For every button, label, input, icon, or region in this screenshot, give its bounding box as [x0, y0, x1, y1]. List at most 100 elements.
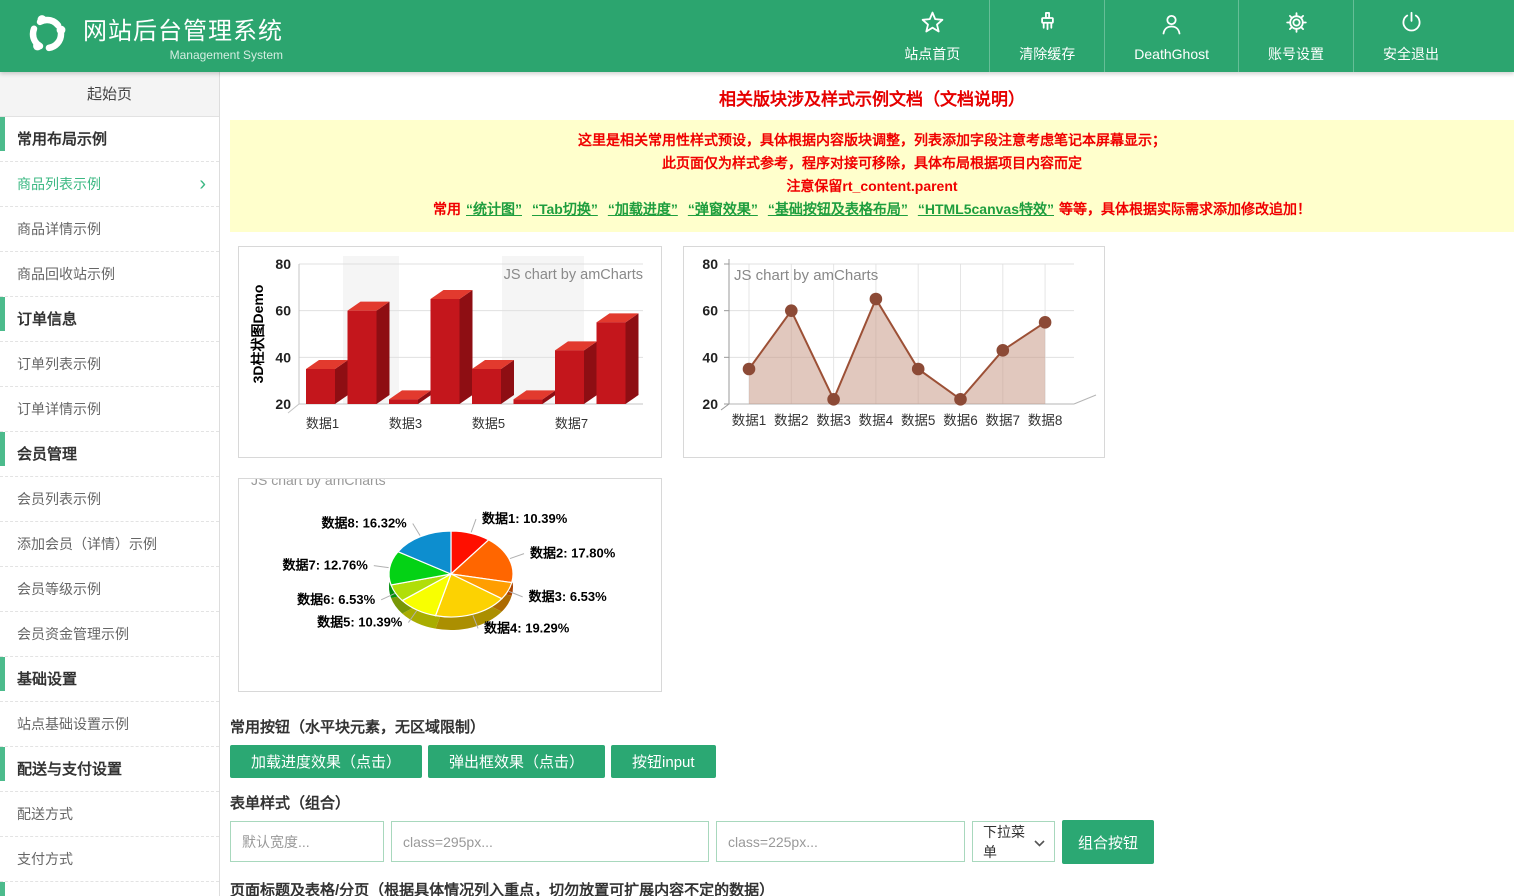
- notice-link[interactable]: “统计图”: [466, 201, 522, 217]
- width-295-input[interactable]: [391, 821, 709, 862]
- notice-link[interactable]: “Tab切换”: [532, 201, 598, 217]
- popup-button[interactable]: 弹出框效果（点击）: [428, 745, 605, 778]
- line-chart: 20406080数据1数据2数据3数据4数据5数据6数据7数据8JS chart…: [683, 246, 1105, 458]
- svg-text:数据6: 数据6: [943, 413, 978, 428]
- sidebar-section-header[interactable]: [0, 882, 219, 896]
- svg-text:20: 20: [702, 396, 718, 412]
- sidebar-item[interactable]: 商品回收站示例: [0, 252, 219, 297]
- bar-chart: 20406080数据1数据3数据5数据7JS chart by amCharts…: [238, 246, 662, 458]
- sidebar-item[interactable]: 配送方式: [0, 792, 219, 837]
- notice-box: 这里是相关常用性样式预设，具体根据内容版块调整，列表添加字段注意考虑笔记本屏幕显…: [230, 120, 1514, 232]
- form-heading: 表单样式（组合）: [230, 792, 1514, 813]
- notice-link[interactable]: “弹窗效果”: [688, 201, 758, 217]
- notice-line-1: 这里是相关常用性样式预设，具体根据内容版块调整，列表添加字段注意考虑笔记本屏幕显…: [240, 129, 1504, 152]
- form-row: 下拉菜单 组合按钮: [230, 821, 1514, 864]
- sidebar-item[interactable]: 站点基础设置示例: [0, 702, 219, 747]
- main-content: 相关版块涉及样式示例文档（文档说明） 这里是相关常用性样式预设，具体根据内容版块…: [220, 72, 1514, 896]
- sidebar-item-label: 会员资金管理示例: [17, 626, 129, 642]
- svg-text:数据1: 数据1: [306, 416, 339, 431]
- sidebar-section-header[interactable]: 基础设置: [0, 657, 219, 702]
- notice-link[interactable]: “加载进度”: [608, 201, 678, 217]
- default-width-input[interactable]: [230, 821, 384, 862]
- notice-line-3: 注意保留rt_content.parent: [240, 175, 1504, 198]
- sidebar-item[interactable]: 商品详情示例: [0, 207, 219, 252]
- combo-button[interactable]: 组合按钮: [1062, 820, 1154, 864]
- svg-text:数据2: 17.80%: 数据2: 17.80%: [530, 546, 616, 561]
- star-icon: [919, 9, 946, 37]
- sidebar-item[interactable]: 会员等级示例: [0, 567, 219, 612]
- svg-text:JS chart by amCharts: JS chart by amCharts: [251, 479, 386, 488]
- nav-item-power[interactable]: 安全退出: [1353, 0, 1468, 72]
- sidebar-section-header[interactable]: 会员管理: [0, 432, 219, 477]
- section-marker: [0, 117, 5, 151]
- sidebar-item-label: 订单列表示例: [17, 356, 101, 372]
- svg-text:数据1: 10.39%: 数据1: 10.39%: [482, 511, 568, 526]
- sidebar-item-label: 会员管理: [17, 446, 77, 463]
- svg-text:40: 40: [702, 349, 718, 365]
- sidebar-item-label: 商品列表示例: [17, 176, 101, 192]
- svg-text:数据6: 6.53%: 数据6: 6.53%: [297, 592, 375, 607]
- line-chart-svg: 20406080数据1数据2数据3数据4数据5数据6数据7数据8JS chart…: [684, 247, 1104, 457]
- svg-text:JS chart by amCharts: JS chart by amCharts: [504, 267, 643, 283]
- sidebar-item[interactable]: 会员列表示例: [0, 477, 219, 522]
- sidebar-item-label: 订单详情示例: [17, 401, 101, 417]
- sidebar-section-header[interactable]: 订单信息: [0, 297, 219, 342]
- sidebar-item[interactable]: 会员资金管理示例: [0, 612, 219, 657]
- section-marker: [0, 657, 5, 691]
- svg-text:20: 20: [275, 396, 291, 412]
- app-logo[interactable]: 网站后台管理系统 Management System: [0, 11, 283, 62]
- nav-item-label: 安全退出: [1383, 44, 1439, 64]
- svg-text:数据8: 数据8: [1028, 413, 1063, 428]
- nav-item-brush[interactable]: 清除缓存: [989, 0, 1104, 72]
- svg-text:数据1: 数据1: [732, 413, 767, 428]
- input-button[interactable]: 按钮input: [611, 745, 716, 778]
- sidebar-menu: 常用布局示例 › 商品列表示例商品详情示例商品回收站示例订单信息订单列表示例订单详情…: [0, 117, 219, 896]
- buttons-row: 加载进度效果（点击）弹出框效果（点击）按钮input: [230, 745, 1514, 778]
- width-225-input[interactable]: [716, 821, 965, 862]
- notice-link[interactable]: “HTML5canvas特效”: [918, 201, 1054, 217]
- sidebar-item-label: 基础设置: [17, 671, 77, 688]
- notice-link[interactable]: “基础按钮及表格布局”: [768, 201, 908, 217]
- nav-item-label: 站点首页: [904, 44, 960, 64]
- sidebar-item[interactable]: 支付方式: [0, 837, 219, 882]
- svg-text:80: 80: [275, 256, 291, 272]
- load-progress-button[interactable]: 加载进度效果（点击）: [230, 745, 422, 778]
- power-icon: [1398, 9, 1425, 37]
- nav-item-label: DeathGhost: [1134, 46, 1209, 62]
- sidebar-item-label: 会员等级示例: [17, 581, 101, 597]
- section-marker: [0, 432, 5, 466]
- dropdown-value: 下拉菜单: [983, 822, 1034, 862]
- nav-item-gear[interactable]: 账号设置: [1238, 0, 1353, 72]
- sidebar-home[interactable]: 起始页: [0, 72, 219, 117]
- sidebar-item[interactable]: › 商品列表示例: [0, 162, 219, 207]
- chevron-right-icon: ›: [199, 162, 206, 207]
- sidebar-item[interactable]: 订单列表示例: [0, 342, 219, 387]
- nav-item-user[interactable]: DeathGhost: [1104, 0, 1238, 72]
- dropdown-select[interactable]: 下拉菜单: [972, 821, 1055, 862]
- sidebar-item-label: 配送与支付设置: [17, 761, 122, 778]
- app-subtitle: Management System: [83, 48, 283, 62]
- sidebar-section-header[interactable]: 配送与支付设置: [0, 747, 219, 792]
- sidebar-item-label: 商品回收站示例: [17, 266, 115, 282]
- notice-line4-suffix: 等等，具体根据实际需求添加修改追加！: [1059, 201, 1311, 217]
- sidebar-item-label: 站点基础设置示例: [17, 716, 129, 732]
- nav-item-label: 账号设置: [1268, 44, 1324, 64]
- charts-row: 20406080数据1数据3数据5数据7JS chart by amCharts…: [238, 246, 1514, 458]
- chevron-down-icon: [1034, 834, 1045, 850]
- notice-line-4: 常用“统计图”“Tab切换”“加载进度”“弹窗效果”“基础按钮及表格布局”“HT…: [240, 198, 1504, 221]
- svg-text:数据5: 数据5: [472, 416, 505, 431]
- svg-text:数据5: 10.39%: 数据5: 10.39%: [317, 615, 403, 630]
- table-heading: 页面标题及表格/分页（根据具体情况列入重点，切勿放置可扩展内容不定的数据）: [230, 879, 1514, 896]
- sidebar-item-label: 商品详情示例: [17, 221, 101, 237]
- nav-item-star[interactable]: 站点首页: [875, 0, 989, 72]
- svg-text:数据4: 19.29%: 数据4: 19.29%: [484, 620, 570, 635]
- pie-chart: 数据1: 10.39%数据2: 17.80%数据3: 6.53%数据4: 19.…: [238, 478, 662, 692]
- gear-icon: [1283, 9, 1310, 37]
- user-icon: [1158, 11, 1185, 39]
- sidebar-item[interactable]: 订单详情示例: [0, 387, 219, 432]
- nav-item-label: 清除缓存: [1019, 44, 1075, 64]
- sidebar-item-label: 常用布局示例: [17, 131, 107, 148]
- sidebar-item[interactable]: 添加会员（详情）示例: [0, 522, 219, 567]
- sidebar-section-header[interactable]: 常用布局示例: [0, 117, 219, 162]
- svg-text:40: 40: [275, 349, 291, 365]
